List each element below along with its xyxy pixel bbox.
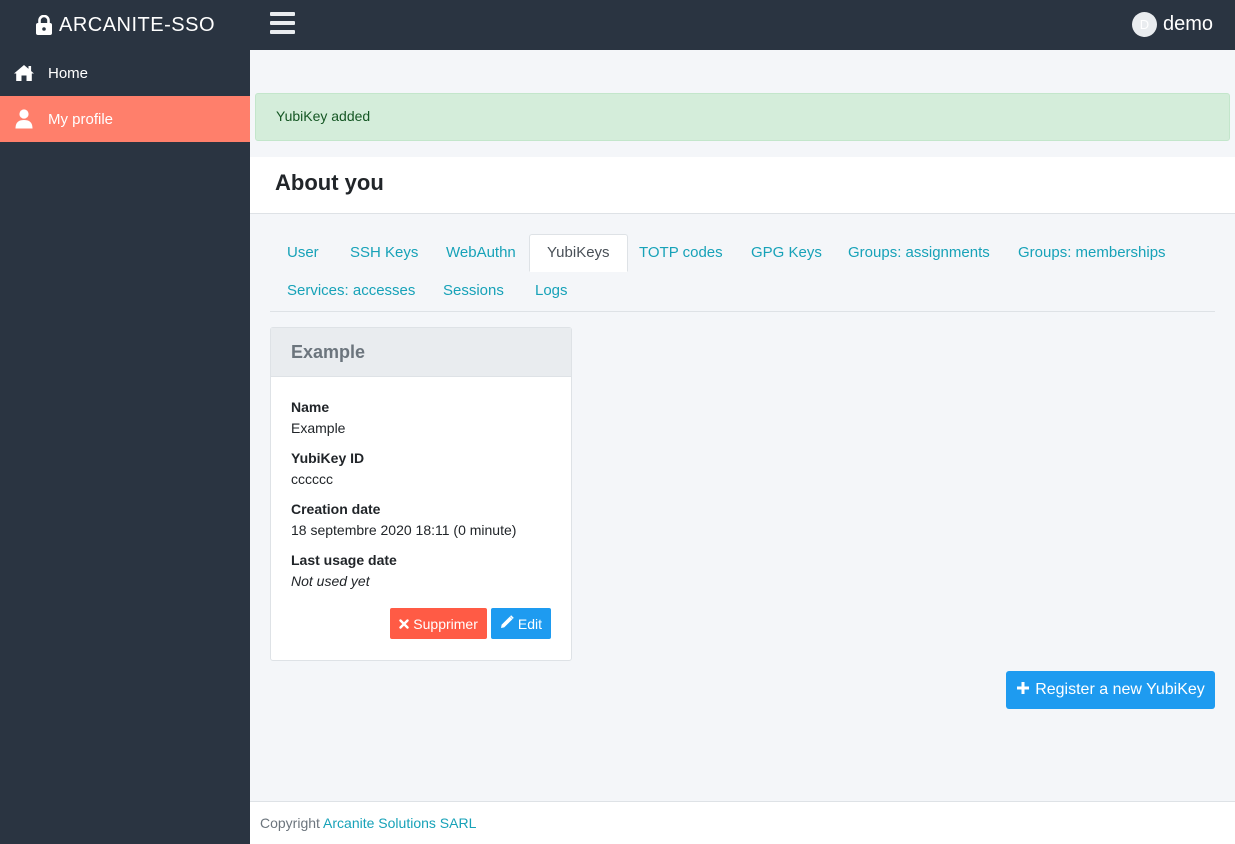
pencil-icon: [500, 615, 514, 632]
company-link[interactable]: Arcanite Solutions SARL: [323, 815, 476, 831]
field-label-last-usage-date: Last usage date: [291, 552, 397, 568]
sidebar: ARCANITE-SSO Home My profile: [0, 0, 250, 844]
content-header: About you: [250, 157, 1235, 214]
sidebar-item-home[interactable]: Home: [0, 50, 250, 96]
brand-name: ARCANITE-SSO: [58, 13, 216, 36]
footer: Copyright Arcanite Solutions SARL: [250, 801, 1235, 844]
tab-services-accesses[interactable]: Services: accesses: [270, 272, 432, 310]
card-body: Name Example YubiKey ID cccccc Creation …: [271, 377, 571, 590]
field-value-last-usage-date: Not used yet: [291, 573, 370, 589]
field-value-creation-date: 18 septembre 2020 18:11 (0 minute): [291, 522, 517, 538]
field-label-yubikey-id: YubiKey ID: [291, 450, 365, 466]
user-icon: [13, 109, 35, 129]
brand[interactable]: ARCANITE-SSO: [0, 0, 250, 50]
sidebar-item-label: Home: [48, 64, 89, 82]
tab-logs[interactable]: Logs: [518, 272, 585, 310]
register-button-label: Register a new YubiKey: [1035, 681, 1205, 698]
success-alert: YubiKey added: [255, 93, 1230, 141]
tab-gpg-keys[interactable]: GPG Keys: [734, 234, 839, 272]
field-label-name: Name: [291, 399, 330, 415]
tab-groups-assignments[interactable]: Groups: assignments: [831, 234, 1007, 272]
field-value-name: Example: [291, 420, 346, 436]
card-title: Example: [271, 328, 571, 377]
alert-message: YubiKey added: [276, 108, 371, 124]
topbar: D demo: [250, 0, 1235, 50]
user-menu[interactable]: D demo: [1131, 12, 1213, 37]
username: demo: [1162, 13, 1213, 35]
tab-user[interactable]: User: [270, 234, 336, 272]
profile-tabs: User SSH Keys WebAuthn YubiKeys TOTP cod…: [270, 234, 1215, 312]
yubikey-card: Example Name Example YubiKey ID cccccc C…: [270, 327, 572, 661]
tab-webauthn[interactable]: WebAuthn: [429, 234, 533, 272]
tab-totp-codes[interactable]: TOTP codes: [622, 234, 740, 272]
home-icon: [13, 63, 35, 83]
edit-button-label: Edit: [517, 615, 542, 632]
page-title: About you: [275, 170, 384, 195]
card-actions: Supprimer Edit: [390, 608, 551, 639]
lock-icon: [35, 15, 53, 35]
tab-yubikeys[interactable]: YubiKeys: [529, 234, 628, 272]
times-icon: [399, 616, 409, 632]
edit-button[interactable]: Edit: [490, 608, 551, 639]
tab-sessions[interactable]: Sessions: [426, 272, 521, 310]
field-label-creation-date: Creation date: [291, 501, 381, 517]
tab-ssh-keys[interactable]: SSH Keys: [333, 234, 435, 272]
register-yubikey-button[interactable]: Register a new YubiKey: [1006, 671, 1215, 709]
delete-button[interactable]: Supprimer: [390, 608, 487, 639]
sidebar-item-my-profile[interactable]: My profile: [0, 96, 250, 142]
menu-toggle-icon[interactable]: [270, 12, 295, 36]
delete-button-label: Supprimer: [413, 615, 478, 632]
avatar: D: [1131, 12, 1157, 37]
sidebar-item-label: My profile: [48, 110, 114, 128]
field-value-yubikey-id: cccccc: [291, 471, 333, 487]
tab-groups-memberships[interactable]: Groups: memberships: [1001, 234, 1183, 272]
copyright-text: Copyright: [260, 815, 320, 831]
plus-icon: [1016, 681, 1030, 700]
